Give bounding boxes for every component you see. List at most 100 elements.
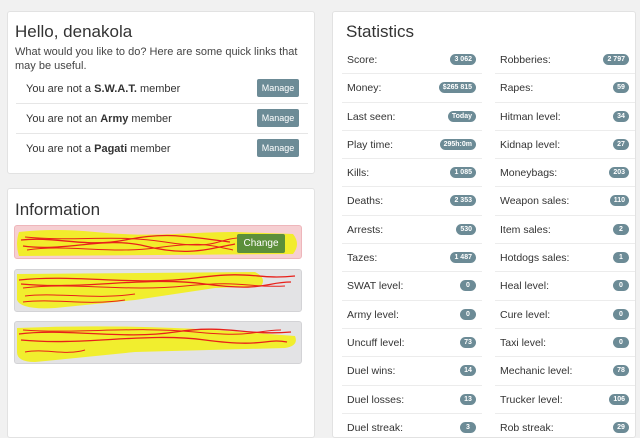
stat-label: Weapon sales: <box>500 195 570 208</box>
stat-label: Kidnap level: <box>500 138 561 151</box>
swat-membership-row: You are not a S.W.A.T. member Manage <box>16 74 308 104</box>
stat-label: Rapes: <box>500 82 534 95</box>
stat-label: SWAT level: <box>347 280 404 293</box>
stat-row: Uncuff level: 73 <box>342 329 482 358</box>
hello-title: Hello, denakola <box>15 22 133 41</box>
stat-label: Money: <box>347 82 382 95</box>
statistics-right-column: Robberies: 2 797 Rapes: 59 Hitman level: 34 Ki… <box>495 46 635 438</box>
stat-value-badge: 34 <box>613 110 629 122</box>
membership-text: You are not a S.W.A.T. member <box>26 83 181 95</box>
stat-row: Deaths: 2 353 <box>342 187 482 216</box>
stat-label: Moneybags: <box>500 167 558 180</box>
stat-row: Robberies: 2 797 <box>495 46 635 75</box>
stat-value-badge: 0 <box>460 280 476 292</box>
stat-value-badge: 203 <box>609 167 629 179</box>
stat-row: Rob streak: 29 <box>495 414 635 438</box>
stat-value-badge: 0 <box>613 336 629 348</box>
stat-value-badge: 1 <box>613 252 629 264</box>
stat-row: Moneybags: 203 <box>495 159 635 188</box>
stat-label: Robberies: <box>500 54 551 66</box>
stat-value-badge: 3 062 <box>450 54 476 65</box>
statistics-left-column: Score: 3 062 Money: $265 815 Last seen: Today… <box>342 46 482 438</box>
info-address-redacted <box>14 269 302 312</box>
manage-pagati-button[interactable]: Manage <box>257 139 299 157</box>
stat-label: Army level: <box>347 308 399 321</box>
statistics-title: Statistics <box>346 22 415 41</box>
manage-swat-button[interactable]: Manage <box>257 79 299 97</box>
stat-row: Heal level: 0 <box>495 272 635 301</box>
stat-row: Rapes: 59 <box>495 74 635 103</box>
army-membership-row: You are not an Army member Manage <box>16 104 308 134</box>
stat-label: Duel wins: <box>347 365 396 378</box>
stat-row: SWAT level: 0 <box>342 272 482 301</box>
info-location-redacted <box>14 321 302 364</box>
stat-value-badge: 0 <box>613 280 629 292</box>
membership-text: You are not a Pagati member <box>26 143 171 155</box>
information-panel: Information Change <box>7 188 315 438</box>
stat-label: Cure level: <box>500 308 551 321</box>
stat-row: Hotdogs sales: 1 <box>495 244 635 273</box>
stat-row: Item sales: 2 <box>495 216 635 245</box>
stat-row: Last seen: Today <box>342 103 482 131</box>
stat-label: Taxi level: <box>500 336 547 349</box>
stat-label: Deaths: <box>347 195 384 208</box>
change-button[interactable]: Change <box>237 234 285 253</box>
stat-label: Hitman level: <box>500 110 561 123</box>
stat-value-badge: $265 815 <box>438 82 476 94</box>
stat-label: Score: <box>347 54 378 66</box>
stat-label: Duel losses: <box>347 393 405 406</box>
stat-row: Hitman level: 34 <box>495 103 635 131</box>
stat-row: Weapon sales: 110 <box>495 187 635 216</box>
stat-row: Score: 3 062 <box>342 46 482 75</box>
stat-row: Duel wins: 14 <box>342 357 482 386</box>
stat-row: Arrests: 530 <box>342 216 482 245</box>
stat-value-badge: 0 <box>613 308 629 320</box>
manage-army-button[interactable]: Manage <box>257 109 299 127</box>
stat-row: Play time: 295h:0m <box>342 131 482 160</box>
stat-value-badge: 27 <box>613 138 629 150</box>
stat-row: Cure level: 0 <box>495 301 635 329</box>
stat-label: Tazes: <box>347 252 378 265</box>
stat-value-badge: 59 <box>613 82 629 94</box>
stat-value-badge: 1 085 <box>450 167 476 179</box>
hello-intro: What would you like to do? Here are some… <box>15 46 298 72</box>
stat-value-badge: 2 797 <box>603 54 629 65</box>
stat-value-badge: 78 <box>613 365 629 377</box>
info-alert-redacted: Change <box>14 225 302 259</box>
stat-label: Trucker level: <box>500 393 563 406</box>
stat-label: Play time: <box>347 138 394 151</box>
stat-row: Duel losses: 13 <box>342 386 482 414</box>
stat-label: Kills: <box>347 167 370 180</box>
stat-value-badge: 3 <box>460 421 476 433</box>
stat-row: Trucker level: 106 <box>495 386 635 414</box>
stat-value-badge: 2 <box>613 223 629 235</box>
stat-row: Mechanic level: 78 <box>495 357 635 386</box>
stat-row: Kills: 1 085 <box>342 159 482 188</box>
stat-label: Mechanic level: <box>500 365 573 378</box>
redaction-scribble <box>17 326 296 362</box>
stat-label: Uncuff level: <box>347 336 405 349</box>
stat-row: Army level: 0 <box>342 301 482 329</box>
stat-label: Last seen: <box>347 110 396 123</box>
stat-value-badge: 530 <box>456 223 476 235</box>
stat-label: Hotdogs sales: <box>500 252 570 265</box>
information-title: Information <box>15 200 101 219</box>
stat-row: Money: $265 815 <box>342 74 482 103</box>
stat-value-badge: 73 <box>460 336 476 348</box>
stat-label: Item sales: <box>500 223 551 236</box>
stat-row: Duel streak: 3 <box>342 414 482 438</box>
stat-label: Rob streak: <box>500 421 554 434</box>
redaction-scribble <box>17 272 296 309</box>
stat-row: Tazes: 1 487 <box>342 244 482 273</box>
stat-value-badge: 106 <box>609 393 629 405</box>
hello-panel: Hello, denakola What would you like to d… <box>7 11 315 174</box>
pagati-membership-row: You are not a Pagati member Manage <box>16 134 308 164</box>
stat-label: Arrests: <box>347 223 384 236</box>
stat-label: Duel streak: <box>347 421 404 434</box>
stat-value-badge: Today <box>447 110 476 122</box>
stat-value-badge: 14 <box>460 365 476 377</box>
stat-row: Kidnap level: 27 <box>495 131 635 160</box>
stat-value-badge: 29 <box>613 421 629 433</box>
stat-value-badge: 1 487 <box>450 252 476 264</box>
membership-text: You are not an Army member <box>26 113 172 125</box>
